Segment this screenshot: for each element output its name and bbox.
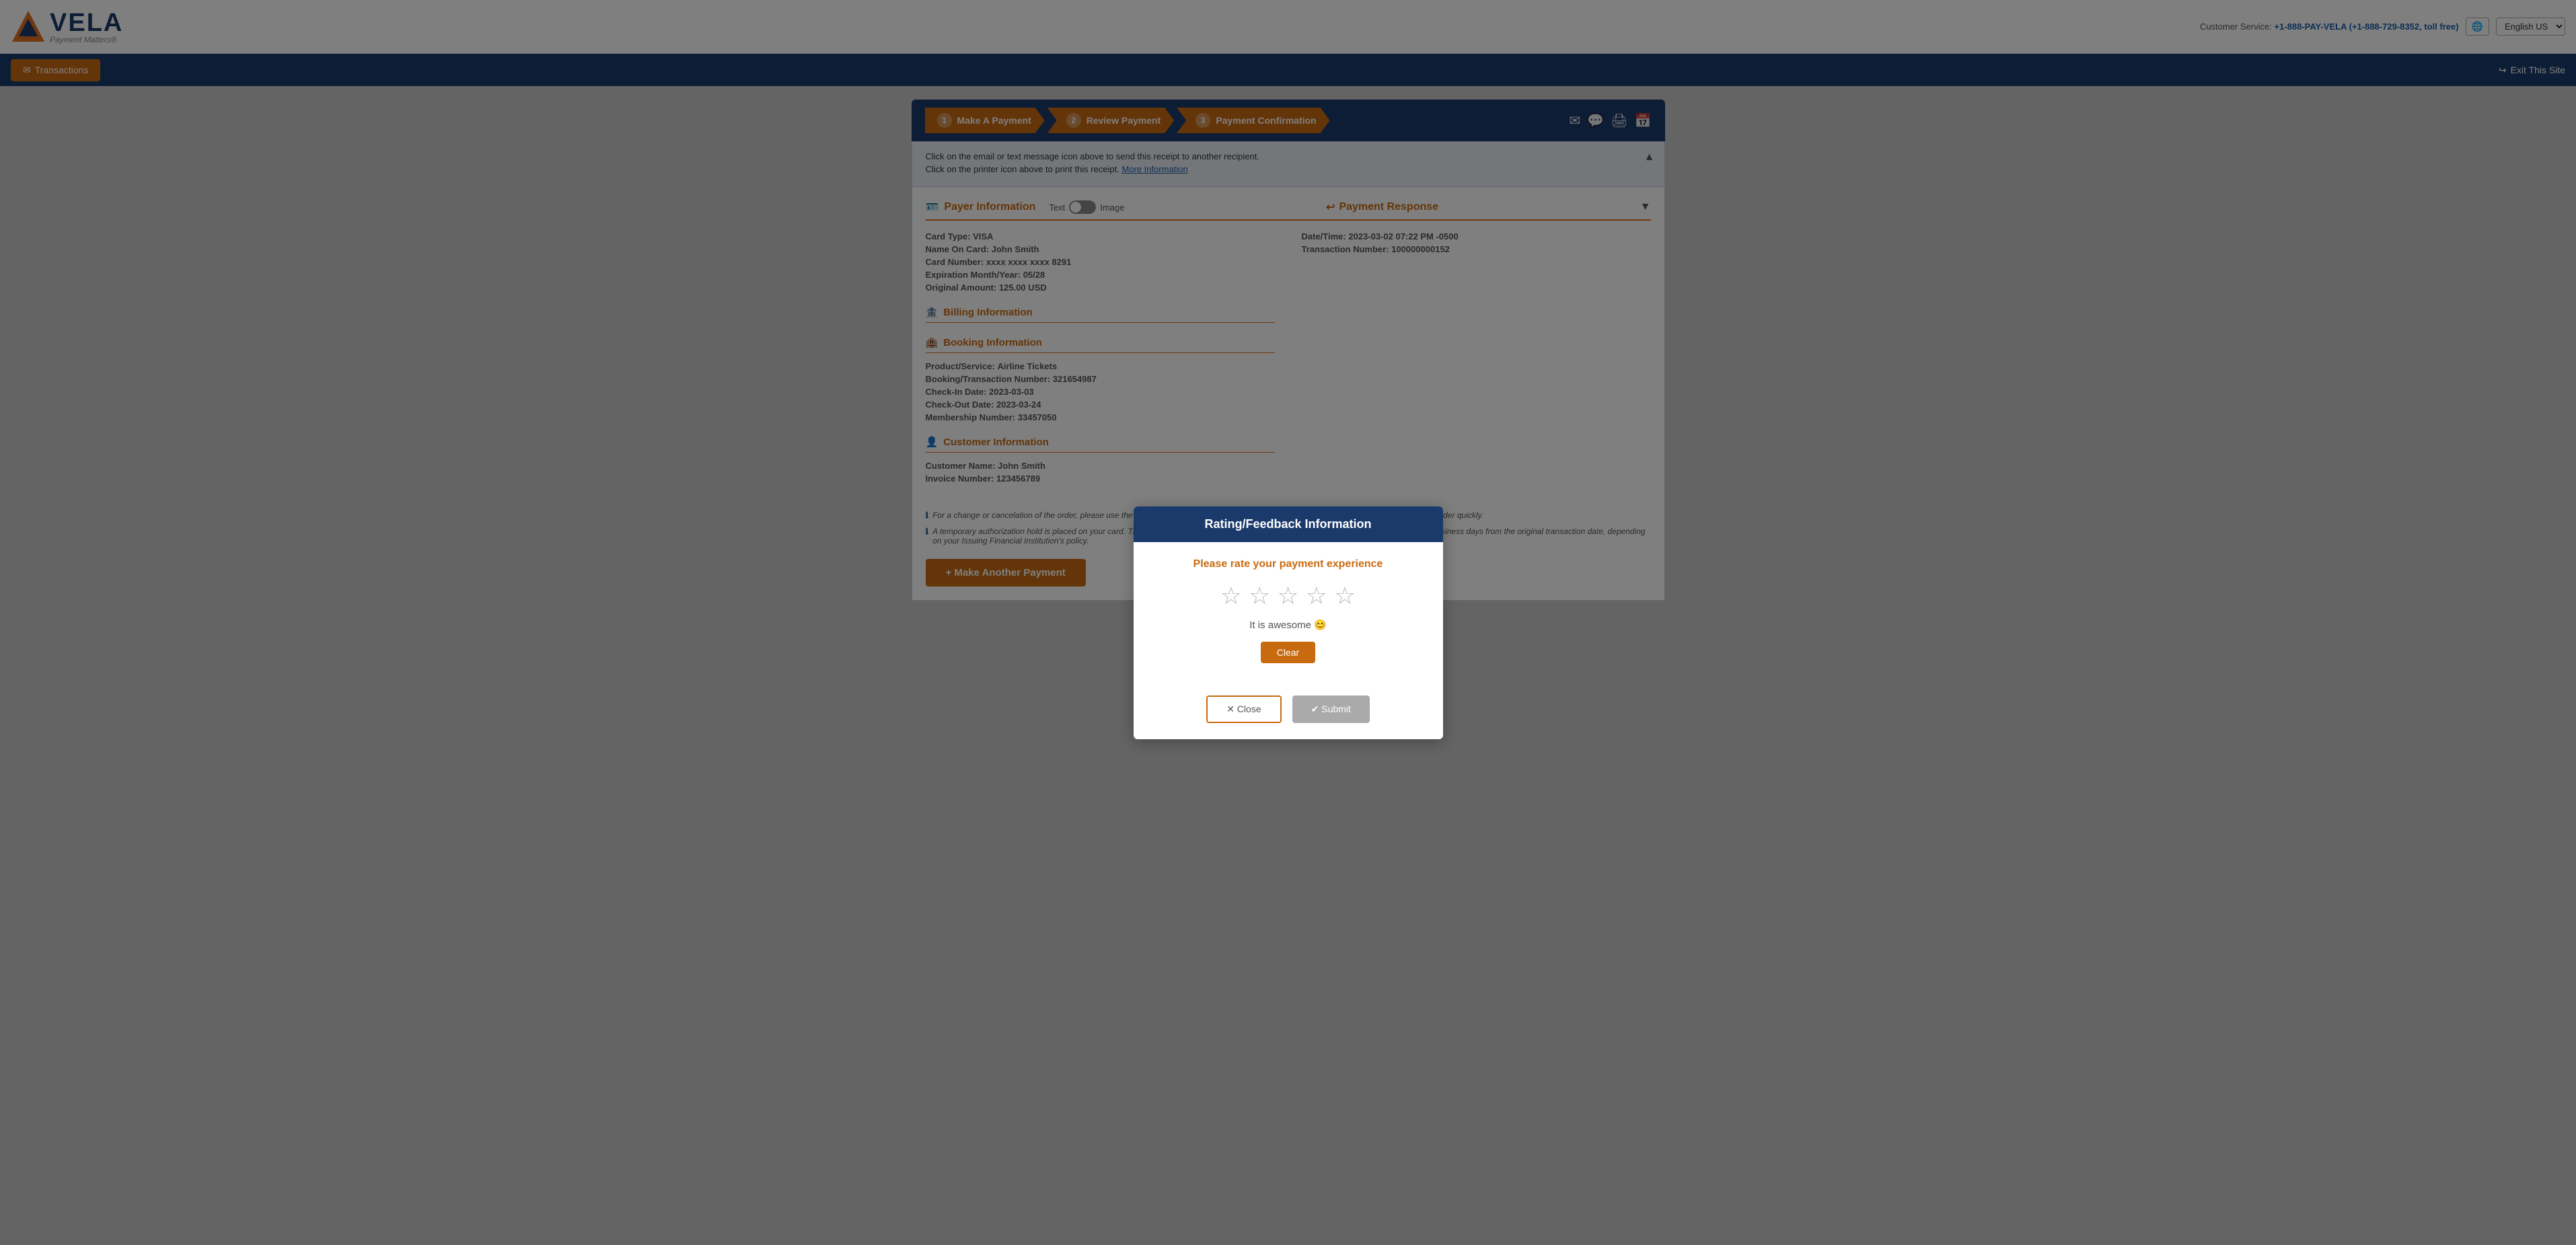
clear-button[interactable]: Clear [1261,642,1315,663]
modal-footer: ✕ Close ✔ Submit [1134,695,1443,739]
star-4[interactable]: ☆ [1306,584,1327,608]
modal-title: Rating/Feedback Information [1204,517,1371,531]
star-rating: ☆ ☆ ☆ ☆ ☆ [1154,584,1423,608]
modal-overlay: Rating/Feedback Information Please rate … [0,0,2576,1245]
modal-body: Please rate your payment experience ☆ ☆ … [1134,542,1443,695]
close-button[interactable]: ✕ Close [1206,695,1281,723]
star-2[interactable]: ☆ [1249,584,1270,608]
modal-header: Rating/Feedback Information [1134,506,1443,542]
star-3[interactable]: ☆ [1277,584,1298,608]
star-1[interactable]: ☆ [1220,584,1242,608]
rating-modal: Rating/Feedback Information Please rate … [1134,506,1443,739]
star-5[interactable]: ☆ [1334,584,1356,608]
modal-prompt: Please rate your payment experience [1154,558,1423,570]
submit-button[interactable]: ✔ Submit [1292,695,1370,723]
rating-label: It is awesome 😊 [1154,619,1423,631]
